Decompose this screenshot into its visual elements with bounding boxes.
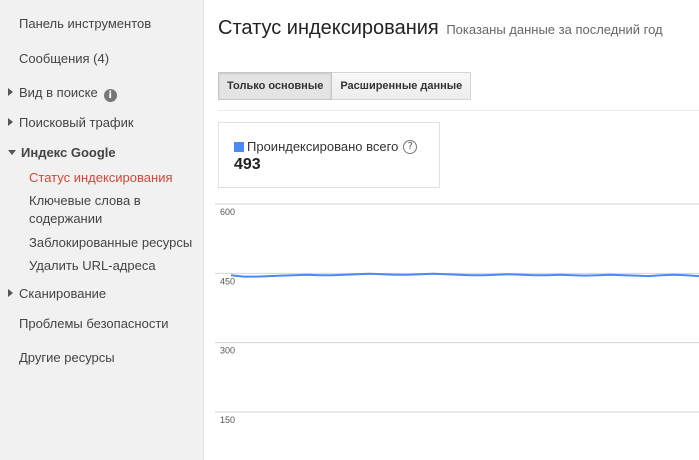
y-tick-label: 600 (220, 207, 235, 217)
series-line-total-indexed (230, 272, 699, 278)
caret-down-icon (8, 150, 16, 155)
sidebar-subitem-index-status[interactable]: Статус индексирования (29, 169, 199, 187)
sidebar-item-google-index[interactable]: Индекс Google (8, 145, 116, 160)
caret-right-icon (8, 88, 13, 96)
tab-basic-only[interactable]: Только основные (218, 72, 333, 100)
sidebar-item-messages[interactable]: Сообщения (4) (19, 51, 109, 66)
sidebar: Панель инструментов Сообщения (4) Вид в … (0, 0, 204, 460)
info-icon[interactable]: i (103, 89, 117, 102)
total-indexed-card: Проиндексировано всего ? 493 (218, 122, 440, 188)
page-subtitle: Показаны данные за последний год (446, 22, 663, 37)
total-indexed-value: 493 (234, 156, 261, 173)
chart-grid: 600 450 300 150 (215, 203, 699, 425)
divider (218, 110, 699, 111)
sidebar-item-crawl[interactable]: Сканирование (8, 286, 106, 301)
sidebar-item-label: Сканирование (19, 286, 107, 301)
sidebar-item-dashboard[interactable]: Панель инструментов (19, 16, 151, 31)
index-status-chart: 600 450 300 150 (215, 203, 699, 425)
sidebar-item-label: Индекс Google (21, 145, 116, 160)
legend-entry: Проиндексировано всего ? (234, 139, 418, 154)
main-content: Статус индексирования Показаны данные за… (205, 0, 699, 460)
sidebar-item-label: Поисковый трафик (19, 115, 134, 130)
caret-right-icon (8, 289, 13, 297)
sidebar-item-label: Вид в поиске (19, 85, 98, 100)
view-toggle: Только основные Расширенные данные (218, 72, 472, 100)
legend-swatch (234, 141, 244, 152)
page-title-text: Статус индексирования (218, 17, 439, 39)
y-tick-label: 450 (220, 276, 235, 286)
page-title: Статус индексирования Показаны данные за… (218, 17, 663, 40)
y-tick-label: 150 (220, 415, 235, 425)
caret-right-icon (8, 118, 13, 126)
legend-label: Проиндексировано всего (247, 139, 399, 154)
sidebar-subitem-remove-urls[interactable]: Удалить URL-адреса (29, 257, 199, 275)
sidebar-subitem-content-keywords[interactable]: Ключевые слова в содержании (29, 192, 199, 228)
tab-advanced[interactable]: Расширенные данные (332, 72, 472, 100)
sidebar-item-other-resources[interactable]: Другие ресурсы (19, 350, 115, 365)
sidebar-subitem-blocked-resources[interactable]: Заблокированные ресурсы (29, 234, 199, 252)
sidebar-item-search-traffic[interactable]: Поисковый трафик (8, 115, 134, 130)
sidebar-item-security-issues[interactable]: Проблемы безопасности (19, 316, 169, 331)
y-tick-label: 300 (220, 346, 235, 356)
help-icon[interactable]: ? (403, 139, 418, 154)
sidebar-item-search-appearance[interactable]: Вид в поиске i (8, 85, 117, 102)
